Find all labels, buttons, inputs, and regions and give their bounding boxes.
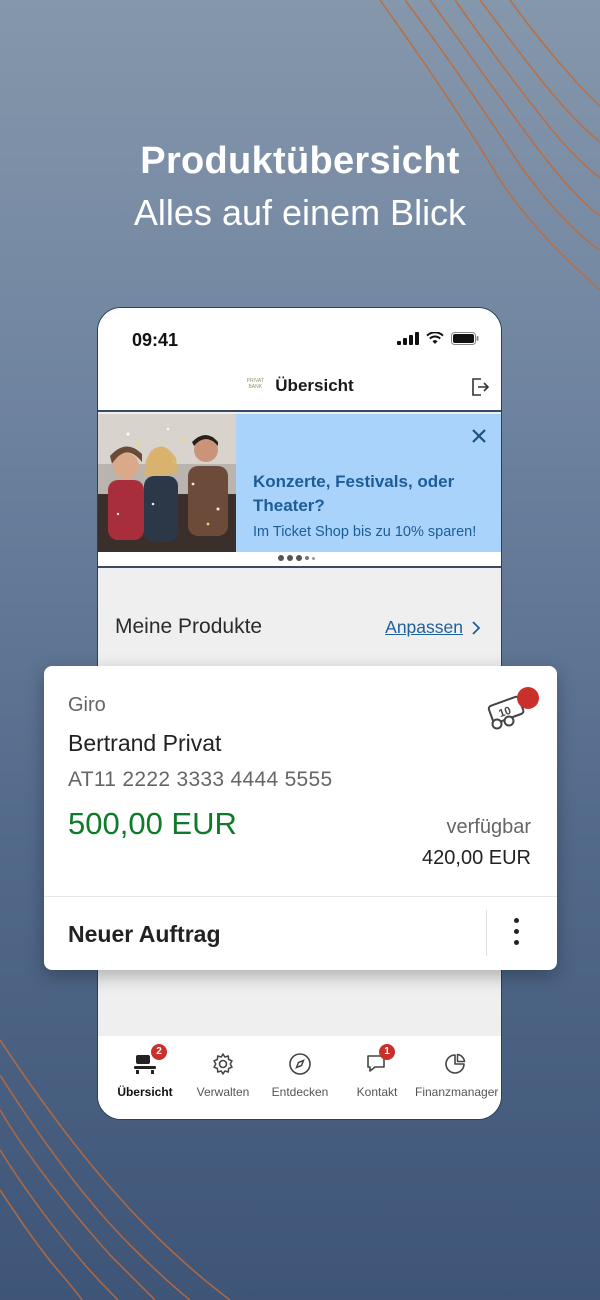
- nav-item-contact[interactable]: 1 Kontakt: [337, 1044, 417, 1099]
- nav-item-finance-manager[interactable]: Finanzmanager: [415, 1050, 499, 1099]
- banner-headline: Konzerte, Festivals, oder Theater?: [253, 472, 455, 515]
- more-icon-dot: [514, 929, 519, 934]
- account-card[interactable]: Giro Bertrand Privat AT11 2222 3333 4444…: [44, 666, 557, 970]
- compass-icon: [289, 1053, 311, 1075]
- account-type: Giro: [68, 694, 106, 716]
- account-balance: 500,00 EUR: [68, 806, 237, 841]
- status-bar: 09:41: [98, 308, 501, 370]
- wifi-icon: [426, 332, 444, 344]
- nav-label: Finanzmanager: [415, 1085, 499, 1099]
- banner-close-button[interactable]: [471, 428, 487, 449]
- bottom-nav: 2 Übersicht Verwalten Entdecken 1 Kontak…: [98, 1036, 501, 1119]
- more-icon-dot: [514, 940, 519, 945]
- more-options-button[interactable]: [514, 918, 519, 945]
- signal-icon: [397, 332, 419, 345]
- available-value: 420,00 EUR: [422, 847, 531, 869]
- page-dot[interactable]: [278, 555, 284, 561]
- promo-banner[interactable]: Konzerte, Festivals, oder Theater? Im Ti…: [98, 414, 501, 552]
- customize-button[interactable]: Anpassen: [385, 617, 481, 638]
- banner-pagination: [98, 552, 501, 568]
- products-title: Meine Produkte: [115, 615, 263, 638]
- page-title: Übersicht: [275, 376, 354, 395]
- status-time: 09:41: [132, 330, 179, 350]
- account-owner: Bertrand Privat: [68, 730, 222, 756]
- available-label: verfügbar: [446, 816, 532, 838]
- more-icon-dot: [514, 918, 519, 923]
- nav-label: Übersicht: [117, 1085, 173, 1099]
- chevron-right-icon: [472, 620, 481, 635]
- logout-button[interactable]: [469, 376, 491, 403]
- products-header: Meine Produkte Anpassen: [98, 570, 501, 670]
- nav-item-overview[interactable]: 2 Übersicht: [105, 1044, 185, 1099]
- nav-item-discover[interactable]: Entdecken: [260, 1050, 340, 1099]
- nav-label: Entdecken: [271, 1085, 329, 1099]
- bank-logo: PRIVAT BANK: [246, 378, 264, 390]
- new-order-button[interactable]: Neuer Auftrag: [68, 921, 221, 948]
- nav-label: Verwalten: [196, 1085, 250, 1099]
- finance-icon: [445, 1053, 466, 1074]
- promo-title: Produktübersicht: [140, 140, 460, 182]
- page-dot[interactable]: [305, 556, 309, 560]
- customize-link[interactable]: Anpassen: [385, 617, 463, 638]
- close-icon: [472, 429, 486, 443]
- card-divider: [44, 896, 557, 897]
- notification-badge: 1: [379, 1044, 395, 1060]
- app-bar: PRIVAT BANK Übersicht: [98, 370, 501, 412]
- notification-badge: 2: [151, 1044, 167, 1060]
- banner-text: Im Ticket Shop bis zu 10% sparen!: [253, 524, 477, 540]
- card-reward-button[interactable]: 10: [485, 686, 541, 737]
- status-icons: [397, 332, 479, 345]
- banner-photo: [98, 414, 236, 552]
- gear-icon: [213, 1053, 233, 1075]
- nav-label: Kontakt: [356, 1085, 398, 1099]
- promo-subtitle: Alles auf einem Blick: [133, 192, 467, 233]
- logout-icon: [472, 378, 490, 396]
- card-vertical-divider: [486, 910, 487, 956]
- app-bar-center: PRIVAT BANK Übersicht: [98, 376, 501, 396]
- card-reward-icon: 10: [487, 687, 539, 730]
- pagination-dots[interactable]: [278, 555, 315, 561]
- account-iban: AT11 2222 3333 4444 5555: [68, 768, 333, 791]
- page-dot[interactable]: [287, 555, 293, 561]
- nav-item-manage[interactable]: Verwalten: [183, 1050, 263, 1099]
- page-dot-active[interactable]: [296, 555, 302, 561]
- battery-icon: [451, 332, 479, 345]
- page-dot[interactable]: [312, 556, 315, 560]
